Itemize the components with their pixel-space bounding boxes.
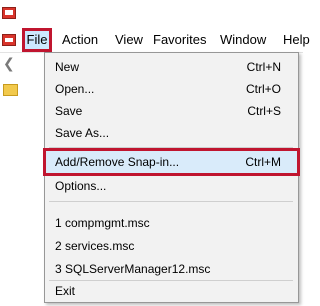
menu-item-new[interactable]: New Ctrl+N [45,56,298,78]
menu-item-save[interactable]: Save Ctrl+S [45,100,298,122]
menu-item-label: Exit [55,284,76,298]
menu-item-shortcut: Ctrl+S [247,104,281,118]
menu-item-exit[interactable]: Exit [45,280,298,302]
menu-help[interactable]: Help [283,28,310,52]
menu-item-label: Open... [55,82,95,96]
menu-item-label: 1 compmgmt.msc [55,216,150,230]
menu-item-label: New [55,60,80,74]
menu-item-recent-2[interactable]: 2 services.msc [45,235,298,257]
menu-item-shortcut: Ctrl+M [245,155,281,169]
menu-view[interactable]: View [115,28,143,52]
menu-window[interactable]: Window [220,28,266,52]
menu-item-add-remove-snap-in[interactable]: Add/Remove Snap-in... Ctrl+M [43,148,300,176]
menu-separator [49,147,293,148]
folder-icon[interactable] [3,84,18,96]
menu-item-label: Save As... [55,126,110,140]
menu-item-shortcut: Ctrl+O [245,82,281,96]
menu-item-open[interactable]: Open... Ctrl+O [45,78,298,100]
menu-item-label: Options... [55,179,107,193]
menu-item-shortcut: Ctrl+N [246,60,281,74]
menu-item-save-as[interactable]: Save As... [45,122,298,144]
menu-favorites[interactable]: Favorites [153,28,206,52]
menu-file[interactable]: File [22,28,52,52]
file-menu-dropdown: New Ctrl+N Open... Ctrl+O Save Ctrl+S Sa… [43,52,300,303]
menu-separator [49,201,293,202]
menu-bar: File Action View Favorites Window Help [0,28,310,53]
menu-action[interactable]: Action [62,28,98,52]
back-arrow-icon[interactable]: ❮ [3,56,17,70]
menu-item-recent-1[interactable]: 1 compmgmt.msc [45,212,298,234]
mmc-app-icon[interactable] [2,34,16,46]
menu-item-label: 3 SQLServerManager12.msc [55,262,211,276]
mmc-app-icon[interactable] [2,7,16,19]
menu-item-label: Save [55,104,83,118]
title-bar [0,0,303,29]
menu-item-recent-3[interactable]: 3 SQLServerManager12.msc [45,258,298,280]
menu-item-label: 2 services.msc [55,239,135,253]
menu-item-options[interactable]: Options... [45,175,298,197]
menu-item-label: Add/Remove Snap-in... [55,155,180,169]
